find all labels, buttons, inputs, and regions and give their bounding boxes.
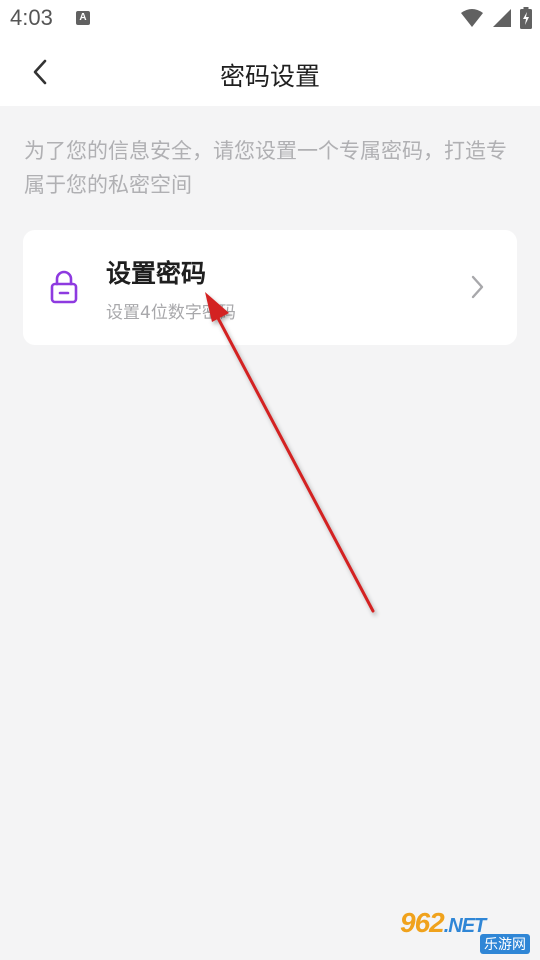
watermark-brand: 962.NET: [400, 907, 487, 941]
watermark-logo: 962.NET 乐游网: [400, 908, 532, 954]
signal-icon: [493, 9, 511, 27]
watermark-suffix: .NET: [443, 915, 487, 937]
card-subtitle: 设置4位数字密码: [106, 303, 236, 323]
battery-charging-icon: [520, 7, 532, 29]
notification-icon: A: [76, 11, 90, 25]
watermark-cn: 乐游网: [480, 934, 530, 954]
status-icons: [460, 7, 532, 29]
set-password-card[interactable]: 设置密码 设置4位数字密码: [23, 230, 517, 345]
card-title: 设置密码: [106, 259, 207, 288]
lock-icon: [50, 270, 78, 304]
intro-description: 为了您的信息安全，请您设置一个专属密码，打造专属于您的私密空间: [24, 139, 507, 197]
status-bar: 4:03 A: [0, 0, 540, 38]
page-title: 密码设置: [219, 62, 320, 91]
watermark-number: 962: [400, 907, 445, 938]
wifi-icon: [461, 9, 483, 27]
chevron-right-icon: [471, 275, 484, 299]
app-header: 密码设置: [0, 38, 540, 106]
status-time: 4:03: [10, 5, 53, 30]
